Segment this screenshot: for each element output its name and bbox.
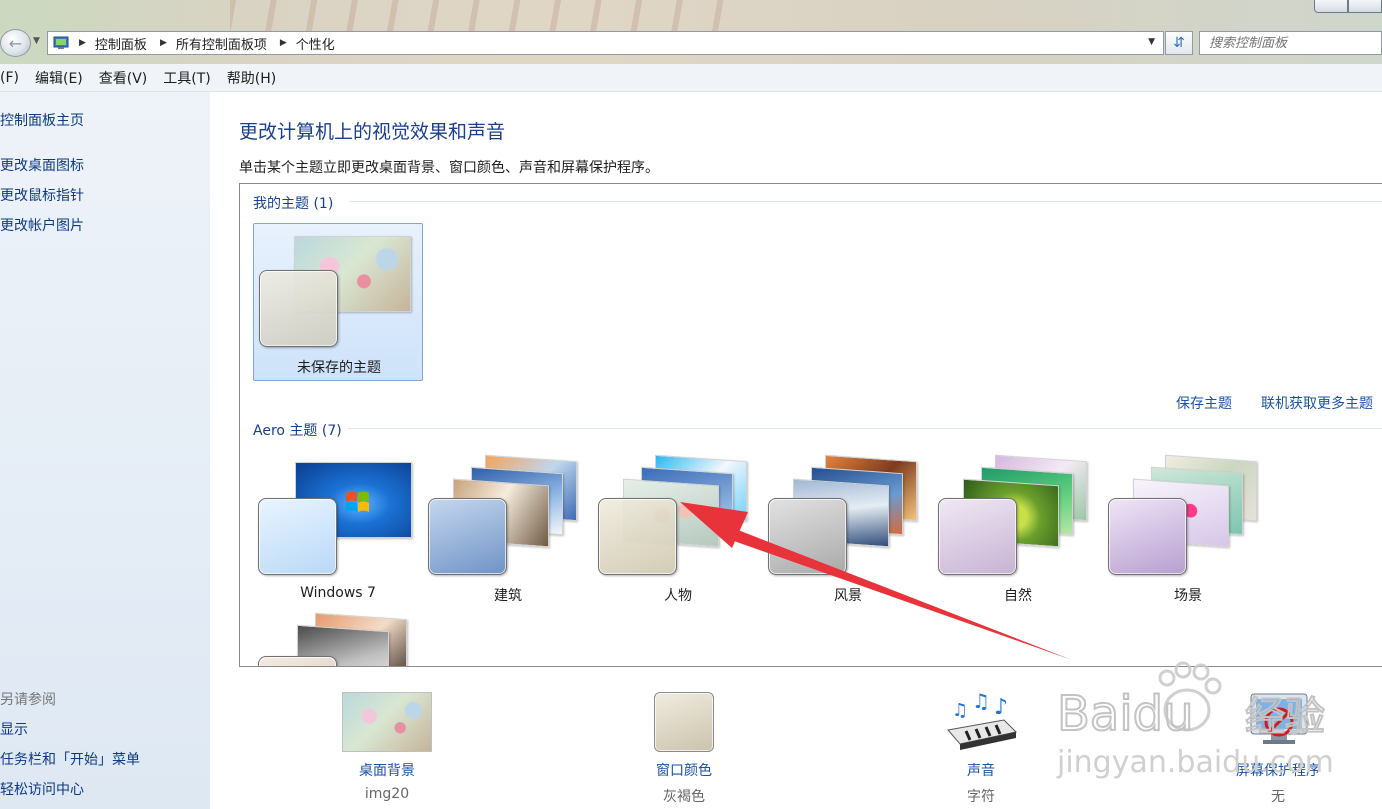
theme-list: 我的主题 (1) 未保存的主题 保存主题 联机获取更多主题 Aero 主题 (7… [239, 183, 1382, 667]
sounds-setting[interactable]: ♫ ♫ ♪ 声音 字符 [906, 690, 1056, 809]
back-arrow-icon: ← [8, 33, 23, 53]
breadcrumb-item[interactable]: ▶ 所有控制面板项 [160, 34, 267, 53]
screensaver-value: 无 [1271, 789, 1285, 805]
nature-glass-swatch [938, 498, 1017, 575]
group-divider [350, 201, 1382, 202]
theme-label: 自然 [1004, 588, 1032, 604]
breadcrumb-separator-icon: ▶ [279, 38, 287, 48]
group-divider [348, 428, 1382, 429]
desktop-background-thumbnail [342, 692, 432, 752]
link-taskbar-start-menu[interactable]: 任务栏和「开始」菜单 [0, 749, 140, 769]
theme-label: 建筑 [494, 588, 522, 604]
left-task-pane: 控制面板主页 更改桌面图标 更改鼠标指针 更改帐户图片 另请参阅 显示 任务栏和… [0, 92, 210, 809]
theme-tile-partial[interactable] [253, 608, 423, 666]
scenes-glass-swatch [1108, 498, 1187, 575]
search-input[interactable] [1200, 32, 1381, 54]
menu-file[interactable]: (F) [0, 70, 19, 86]
recent-pages-dropdown[interactable]: ▼ [33, 36, 40, 46]
theme-tile-architecture[interactable]: 建筑 [423, 454, 593, 604]
breadcrumb-separator-icon: ▶ [79, 38, 86, 48]
link-change-mouse-pointers[interactable]: 更改鼠标指针 [0, 185, 84, 205]
sounds-value: 字符 [967, 789, 995, 805]
window-title-bar: ← ▼ ▶ 控制面板 ▶ 所有控制面板项 ▶ 个性化 ▼ ⇵ [0, 0, 1382, 64]
piano-music-icon: ♫ ♫ ♪ [947, 690, 1018, 750]
theme-tile-landscapes[interactable]: 风景 [763, 454, 933, 604]
control-panel-icon [51, 34, 73, 52]
svg-text:♫: ♫ [952, 700, 968, 721]
menu-help[interactable]: 帮助(H) [227, 68, 276, 88]
landscapes-glass-swatch [768, 498, 847, 575]
link-control-panel-home[interactable]: 控制面板主页 [0, 110, 84, 130]
refresh-icon: ⇵ [1173, 35, 1185, 51]
theme-label: 人物 [664, 588, 692, 604]
title-bar-background-art [230, 0, 750, 32]
minimize-button[interactable] [1314, 0, 1348, 13]
svg-text:♪: ♪ [994, 695, 1008, 720]
breadcrumb-item[interactable]: ▶ 控制面板 [79, 34, 147, 53]
desktop-background-label[interactable]: 桌面背景 [312, 760, 462, 780]
characters-glass-swatch [598, 498, 677, 575]
window-color-setting[interactable]: 窗口颜色 灰褐色 [609, 690, 759, 809]
search-box[interactable] [1199, 31, 1382, 55]
desktop-background-setting[interactable]: 桌面背景 img20 [312, 690, 462, 809]
get-more-themes-link[interactable]: 联机获取更多主题 [1261, 393, 1373, 413]
theme-label: Windows 7 [300, 585, 376, 601]
address-bar[interactable]: ▶ 控制面板 ▶ 所有控制面板项 ▶ 个性化 ▼ [47, 31, 1164, 55]
save-theme-link[interactable]: 保存主题 [1176, 393, 1232, 413]
breadcrumb-item[interactable]: ▶ 个性化 [280, 34, 335, 53]
link-display[interactable]: 显示 [0, 719, 28, 739]
link-change-account-picture[interactable]: 更改帐户图片 [0, 215, 84, 235]
theme-tile-characters[interactable]: 人物 [593, 454, 763, 604]
unsaved-theme-glass-swatch [259, 270, 338, 347]
watermark-brand: Baidu [1057, 686, 1194, 742]
refresh-button[interactable]: ⇵ [1165, 31, 1193, 55]
screensaver-setting[interactable]: 屏幕保护程序 无 [1203, 690, 1353, 809]
sounds-label[interactable]: 声音 [906, 760, 1056, 780]
windows7-glass-swatch [258, 498, 337, 575]
screensaver-label[interactable]: 屏幕保护程序 [1203, 760, 1353, 780]
page-title: 更改计算机上的视觉效果和声音 [239, 121, 506, 143]
link-ease-of-access-center[interactable]: 轻松访问中心 [0, 779, 84, 799]
architecture-glass-swatch [428, 498, 507, 575]
address-history-dropdown[interactable]: ▼ [1148, 37, 1155, 47]
theme-label: 未保存的主题 [297, 360, 381, 376]
theme-label: 场景 [1174, 588, 1202, 604]
aero-themes-heading: Aero 主题 (7) [253, 423, 342, 439]
desktop-background-value: img20 [364, 786, 410, 802]
window-color-label[interactable]: 窗口颜色 [609, 760, 759, 780]
see-also-heading: 另请参阅 [0, 692, 56, 708]
menu-edit[interactable]: 编辑(E) [35, 68, 83, 88]
menu-view[interactable]: 查看(V) [99, 68, 148, 88]
breadcrumb-separator-icon: ▶ [159, 38, 167, 48]
theme-tile-scenes[interactable]: 场景 [1103, 454, 1273, 604]
maximize-button[interactable] [1348, 0, 1382, 13]
theme-tile-windows7[interactable]: Windows 7 [253, 454, 423, 604]
my-themes-heading: 我的主题 (1) [253, 196, 334, 212]
back-button[interactable]: ← [0, 29, 31, 57]
partial-theme-glass-swatch [258, 656, 337, 666]
menu-tools[interactable]: 工具(T) [163, 68, 210, 88]
window-color-swatch [654, 692, 714, 752]
window-color-value: 灰褐色 [663, 789, 705, 805]
link-change-desktop-icons[interactable]: 更改桌面图标 [0, 155, 84, 175]
theme-tile-nature[interactable]: 自然 [933, 454, 1103, 604]
screensaver-icon [1250, 693, 1308, 744]
theme-tile-unsaved[interactable]: 未保存的主题 [253, 223, 423, 381]
theme-label: 风景 [834, 588, 862, 604]
menu-bar: (F) 编辑(E) 查看(V) 工具(T) 帮助(H) [0, 64, 1382, 92]
svg-text:♫: ♫ [972, 690, 990, 713]
page-description: 单击某个主题立即更改桌面背景、窗口颜色、声音和屏幕保护程序。 [239, 160, 659, 176]
